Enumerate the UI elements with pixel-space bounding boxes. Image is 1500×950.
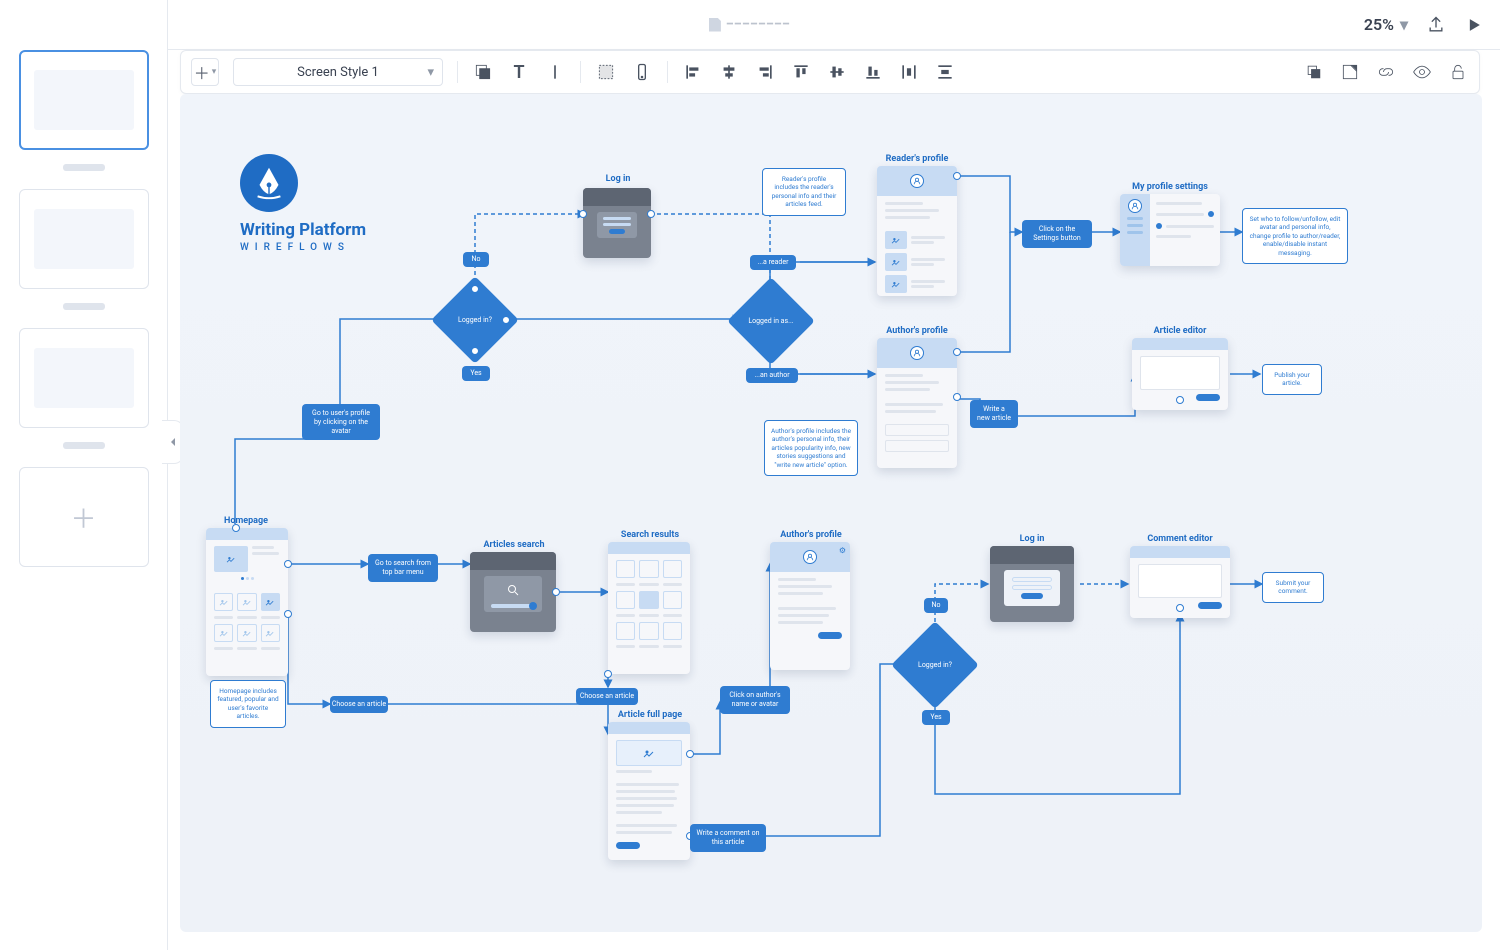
action-go-to-profile[interactable]: Go to user's profile by clicking on the … [302,404,380,440]
screen-label: Article editor [1154,326,1207,336]
screen-label: Articles search [483,540,544,550]
decision-label: Logged in? [918,661,952,669]
decision-no: No [924,598,948,613]
eye-icon[interactable] [1411,61,1433,83]
align-center-v-icon[interactable] [826,61,848,83]
page-thumbnail[interactable] [19,189,149,289]
link-icon[interactable] [1375,61,1397,83]
align-center-h-icon[interactable] [718,61,740,83]
document-title: ━━━━━━━━ [0,18,1500,32]
screen-label: My profile settings [1132,182,1208,192]
chevron-down-icon: ▾ [427,65,434,80]
layer-back-icon[interactable] [472,61,494,83]
project-logo: Writing Platform WIREFLOWS [240,154,366,253]
screen-my-profile-settings[interactable] [1120,194,1220,266]
branch-reader: ...a reader [750,255,796,270]
avatar-icon [910,346,924,360]
note-reader-profile: Reader's profile includes the reader's p… [762,168,846,216]
distribute-v-icon[interactable] [934,61,956,83]
document-title-text: ━━━━━━━━ [727,19,791,30]
action-choose-article[interactable]: Choose an article [330,696,388,713]
page-thumbnail[interactable] [19,328,149,428]
screen-search-results[interactable] [608,542,690,674]
pen-nib-icon [240,154,298,212]
style-selector-value: Screen Style 1 [297,65,379,80]
screen-authors-profile-2[interactable]: ⚙ [770,542,850,670]
action-write-comment[interactable]: Write a comment on this article [690,824,766,852]
device-icon[interactable] [631,61,653,83]
divider [667,61,668,83]
align-bottom-icon[interactable] [862,61,884,83]
action-choose-article[interactable]: Choose an article [576,688,638,705]
toolbar: ＋▾ Screen Style 1 ▾ T [180,50,1480,94]
screen-login[interactable] [583,188,651,258]
logo-title: Writing Platform [240,220,366,240]
divider [457,61,458,83]
note-homepage: Homepage includes featured, popular and … [210,680,286,728]
action-go-to-search[interactable]: Go to search from top bar menu [368,554,438,582]
distribute-h-icon[interactable] [898,61,920,83]
logo-subtitle: WIREFLOWS [240,242,366,253]
search-icon [507,581,519,600]
align-right-icon[interactable] [754,61,776,83]
screen-homepage[interactable] [206,528,288,676]
screen-label: Author's profile [780,530,842,540]
add-page-button[interactable]: ＋ [19,467,149,567]
copy-icon[interactable] [1303,61,1325,83]
action-write-new-article[interactable]: Write a new article [970,400,1018,428]
style-selector[interactable]: Screen Style 1 ▾ [233,58,443,86]
avatar-icon [803,550,817,564]
avatar-icon [1128,199,1142,213]
note-author-profile: Author's profile includes the author's p… [764,420,858,476]
screen-label: Article full page [618,710,682,720]
align-left-icon[interactable] [682,61,704,83]
divider [580,61,581,83]
note-publish: Publish your article. [1262,364,1322,395]
screen-label: Author's profile [886,326,948,336]
screen-label: Log in [1020,534,1045,544]
screen-login-2[interactable] [990,546,1074,622]
branch-author: ...an author [746,368,798,383]
screen-label: Comment editor [1147,534,1212,544]
screen-label: Log in [606,174,631,184]
page-thumbnail[interactable] [19,50,149,150]
screen-label: Search results [621,530,679,540]
decision-yes: Yes [462,366,490,381]
document-icon [709,18,721,32]
screen-label: Reader's profile [886,154,949,164]
screen-articles-search[interactable] [470,552,556,632]
note-submit-comment: Submit your comment. [1262,572,1324,603]
top-bar: ━━━━━━━━ 25% ▾ [0,0,1500,50]
text-icon[interactable]: T [508,61,530,83]
lock-icon[interactable] [1447,61,1469,83]
decision-label: Logged in? [458,316,492,324]
screen-article-full[interactable] [608,722,690,860]
decision-yes: Yes [922,710,950,725]
action-click-settings[interactable]: Click on the Settings button [1022,220,1092,248]
align-top-icon[interactable] [790,61,812,83]
note-settings: Set who to follow/unfollow, edit avatar … [1242,208,1348,264]
add-button[interactable]: ＋▾ [191,58,219,86]
decision-label: Logged in as... [748,317,793,325]
line-icon[interactable] [544,61,566,83]
action-click-author[interactable]: Click on author's name or avatar [720,686,790,714]
expand-icon[interactable] [1339,61,1361,83]
gear-icon: ⚙ [839,546,846,555]
screen-authors-profile[interactable] [877,338,957,468]
screen-readers-profile[interactable] [877,166,957,296]
avatar-icon [910,174,924,188]
screen-label: Homepage [224,516,268,526]
canvas[interactable]: Writing Platform WIREFLOWS [180,94,1482,932]
decision-no: No [463,252,489,267]
pages-sidebar: ＋ [0,0,168,950]
pattern-icon[interactable] [595,61,617,83]
